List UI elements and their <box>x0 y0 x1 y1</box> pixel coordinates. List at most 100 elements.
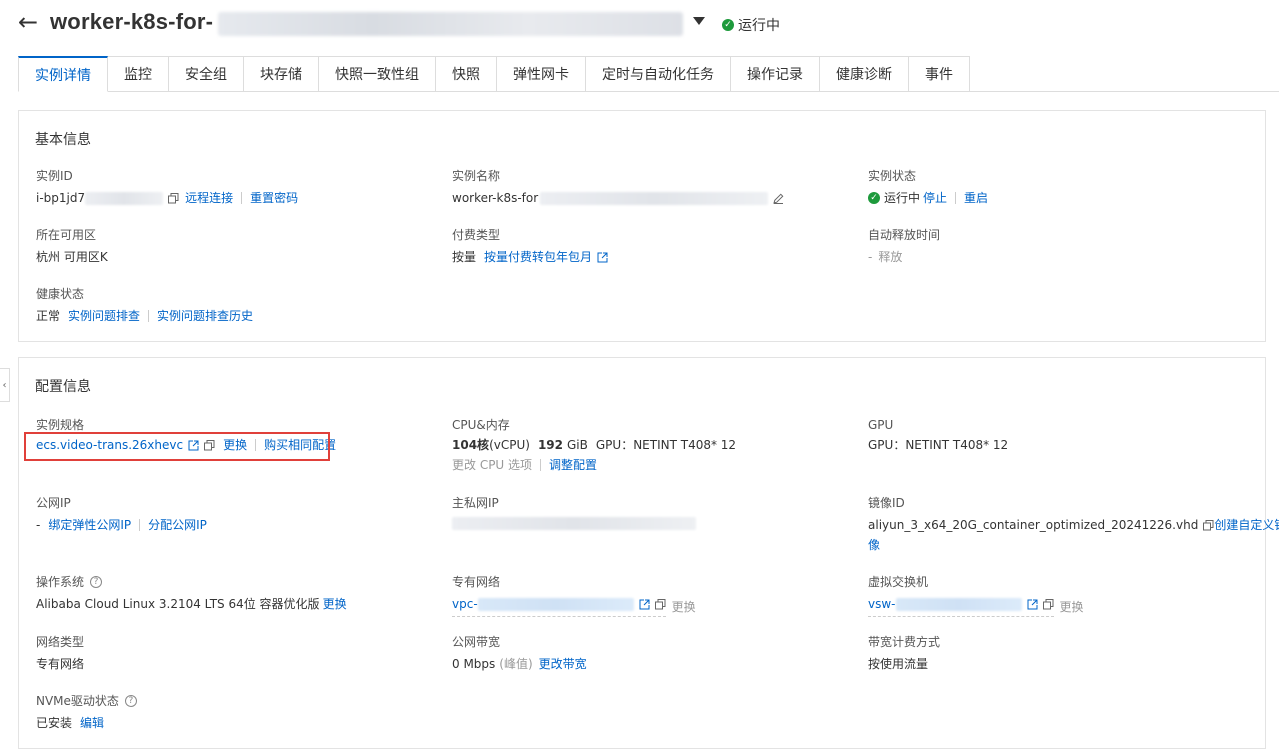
auto-release-field: 自动释放时间 - 释放 <box>868 227 940 265</box>
bw-billing-label: 带宽计费方式 <box>868 635 941 649</box>
billing-label: 付费类型 <box>452 228 501 242</box>
tab-events[interactable]: 事件 <box>909 56 970 92</box>
cpu-mem-field: CPU&内存 104核 (vCPU) 192 GiB GPU：NETINT T4… <box>452 417 736 473</box>
chevron-down-icon[interactable] <box>693 17 705 25</box>
create-custom-image-link-wrap[interactable]: 像 <box>868 537 880 553</box>
external-link-icon[interactable] <box>1027 599 1038 610</box>
create-custom-image-link[interactable]: 创建自定义镜 <box>1214 517 1279 533</box>
tab-snapshot[interactable]: 快照 <box>436 56 497 92</box>
gpu-field: GPU GPU：NETINT T408* 12 <box>868 417 1008 453</box>
external-link-icon[interactable] <box>639 599 650 610</box>
health-value: 正常 <box>36 309 61 323</box>
change-bandwidth-link[interactable]: 更改带宽 <box>539 656 587 672</box>
bandwidth-field: 公网带宽 0 Mbps (峰值) 更改带宽 <box>452 634 587 672</box>
image-id-label: 镜像ID <box>868 496 905 510</box>
change-vswitch-link[interactable]: 更换 <box>1060 599 1084 615</box>
vswitch-link[interactable]: vsw- <box>868 596 896 612</box>
bandwidth-peak: (峰值) <box>499 657 533 671</box>
help-icon[interactable]: ? <box>124 695 137 707</box>
back-arrow-icon[interactable]: ← <box>18 10 38 34</box>
change-vpc-link[interactable]: 更换 <box>672 599 696 615</box>
change-cpu-options-link[interactable]: 更改 CPU 选项 <box>452 457 532 473</box>
config-info-panel: 配置信息 实例规格 ecs.video-trans.26xhevc 更换 购买相… <box>18 357 1279 749</box>
tab-block-storage[interactable]: 块存储 <box>244 56 319 92</box>
vpc-link[interactable]: vpc- <box>452 596 478 612</box>
troubleshoot-history-link[interactable]: 实例问题排查历史 <box>157 308 253 324</box>
edit-nvme-link[interactable]: 编辑 <box>80 715 104 731</box>
net-type-value: 专有网络 <box>36 657 85 671</box>
net-type-label: 网络类型 <box>36 635 85 649</box>
copy-icon[interactable] <box>654 598 666 610</box>
instance-status-label: 实例状态 <box>868 169 917 183</box>
zone-label: 所在可用区 <box>36 228 97 242</box>
assign-public-ip-link[interactable]: 分配公网IP <box>148 517 207 533</box>
divider <box>540 459 542 471</box>
config-info-title: 配置信息 <box>35 379 91 395</box>
instance-id-label: 实例ID <box>36 169 73 183</box>
vpc-label: 专有网络 <box>452 575 501 589</box>
os-value: Alibaba Cloud Linux 3.2104 LTS 64位 容器优化版 <box>36 597 320 611</box>
highlight-box <box>24 432 330 461</box>
check-circle-icon: ✓ <box>722 19 734 31</box>
nvme-label: NVMe驱动状态 <box>36 694 119 708</box>
nvme-value: 已安装 <box>36 716 73 730</box>
tab-health-diagnosis[interactable]: 健康诊断 <box>820 56 909 92</box>
tab-scheduled-tasks[interactable]: 定时与自动化任务 <box>586 56 731 92</box>
private-ip-label: 主私网IP <box>452 496 499 510</box>
tab-monitoring[interactable]: 监控 <box>108 56 169 92</box>
cpu-mem-label: CPU&内存 <box>452 418 510 432</box>
billing-value: 按量 <box>452 250 477 264</box>
reset-password-link[interactable]: 重置密码 <box>250 190 298 206</box>
redacted-private-ip <box>452 517 696 530</box>
header-status-text: 运行中 <box>738 18 780 34</box>
copy-icon[interactable] <box>168 192 179 204</box>
tab-operation-log[interactable]: 操作记录 <box>731 56 820 92</box>
auto-release-value: - <box>868 250 873 264</box>
chevron-left-icon: ‹ <box>2 379 7 391</box>
vpc-field: 专有网络 vpc- 更换 <box>452 574 696 617</box>
public-ip-label: 公网IP <box>36 496 71 510</box>
spec-label: 实例规格 <box>36 418 85 432</box>
gpu-value: GPU：NETINT T408* 12 <box>868 438 1009 452</box>
instance-id-field: 实例ID i-bp1jd7 远程连接 重置密码 <box>36 168 298 206</box>
help-icon[interactable]: ? <box>90 576 103 588</box>
divider <box>955 192 957 204</box>
check-circle-icon: ✓ <box>868 192 880 204</box>
release-link[interactable]: 释放 <box>878 249 902 265</box>
divider <box>241 192 243 204</box>
public-ip-value: - <box>36 518 41 532</box>
tab-eni[interactable]: 弹性网卡 <box>497 56 586 92</box>
memory-unit: GiB <box>567 438 588 452</box>
redacted-title-suffix <box>218 12 683 36</box>
zone-field: 所在可用区 杭州 可用区K <box>36 227 108 265</box>
zone-value: 杭州 可用区K <box>36 250 108 264</box>
instance-title: worker-k8s-for- <box>50 9 214 34</box>
header-status: ✓ 运行中 <box>722 15 780 35</box>
collapse-handle[interactable]: ‹ <box>0 368 10 402</box>
restart-link[interactable]: 重启 <box>964 190 988 206</box>
bandwidth-label: 公网带宽 <box>452 635 501 649</box>
change-os-link[interactable]: 更换 <box>323 596 347 612</box>
divider <box>148 310 150 322</box>
tab-instance-details[interactable]: 实例详情 <box>18 56 108 92</box>
stop-link[interactable]: 停止 <box>923 190 947 206</box>
health-field: 健康状态 正常 实例问题排查 实例问题排查历史 <box>36 286 253 324</box>
tab-snapshot-consistency-group[interactable]: 快照一致性组 <box>319 56 436 92</box>
remote-connect-link[interactable]: 远程连接 <box>185 190 233 206</box>
instance-status-value: 运行中 <box>884 191 921 205</box>
tab-security-group[interactable]: 安全组 <box>169 56 244 92</box>
public-ip-field: 公网IP - 绑定弹性公网IP 分配公网IP <box>36 495 207 533</box>
bind-eip-link[interactable]: 绑定弹性公网IP <box>48 517 131 533</box>
convert-subscription-link[interactable]: 按量付费转包年包月 <box>484 249 592 265</box>
adjust-config-link[interactable]: 调整配置 <box>549 457 597 473</box>
instance-status-field: 实例状态 ✓ 运行中 停止 重启 <box>868 168 988 206</box>
external-link-icon[interactable] <box>597 252 608 263</box>
edit-icon[interactable] <box>773 193 784 204</box>
troubleshoot-link[interactable]: 实例问题排查 <box>68 308 140 324</box>
memory-value: 192 <box>537 438 563 452</box>
billing-field: 付费类型 按量 按量付费转包年包月 <box>452 227 608 265</box>
copy-icon[interactable] <box>1042 598 1054 610</box>
cpu-value: 104核 <box>452 438 490 452</box>
private-ip-field: 主私网IP <box>452 495 696 530</box>
copy-icon[interactable] <box>1203 519 1214 531</box>
